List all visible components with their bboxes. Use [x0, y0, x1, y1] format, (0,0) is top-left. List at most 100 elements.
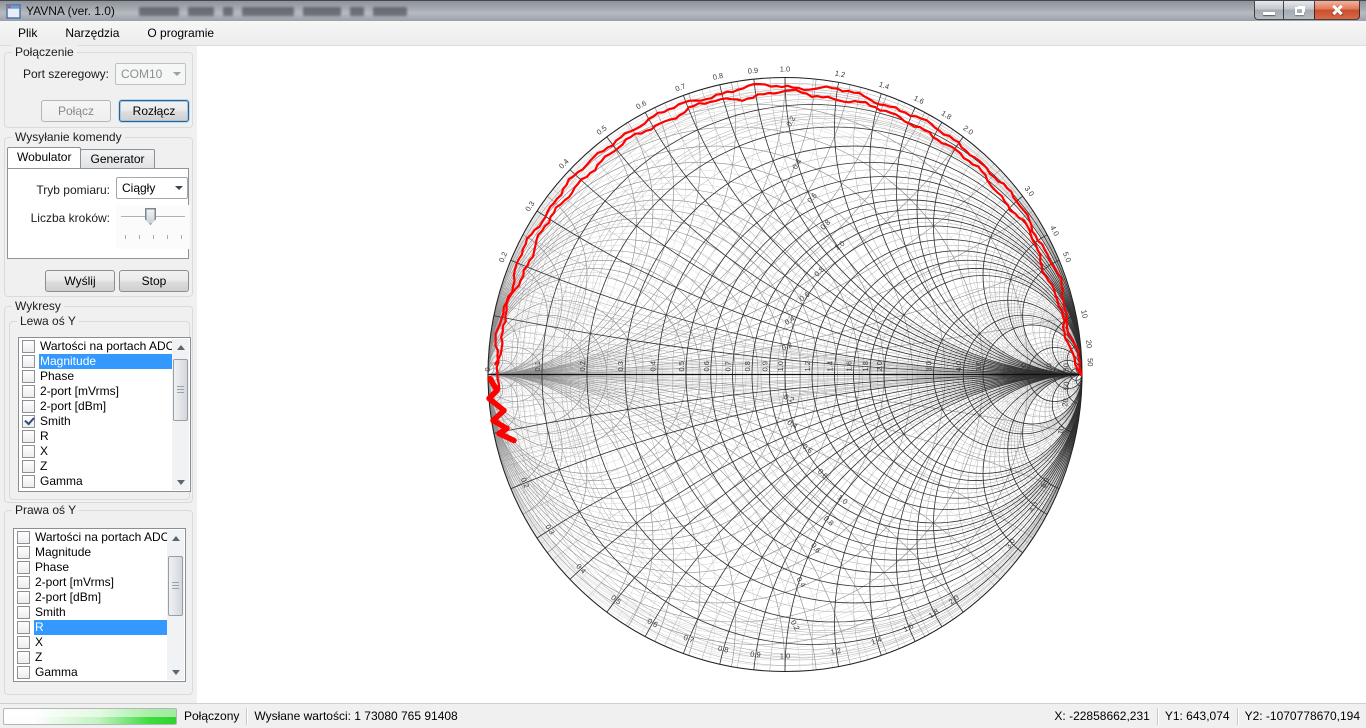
svg-text:5.0: 5.0 — [1061, 250, 1073, 263]
svg-text:0.3: 0.3 — [616, 361, 625, 371]
axis-option[interactable]: Wartości na portach ADC — [15, 530, 167, 545]
scrollbar[interactable] — [172, 339, 189, 490]
checkbox-icon[interactable] — [22, 430, 35, 443]
scroll-up-button[interactable] — [167, 530, 184, 546]
checkbox-icon[interactable] — [22, 385, 35, 398]
axis-option[interactable]: Smith — [20, 414, 172, 429]
svg-text:0.4: 0.4 — [557, 157, 571, 171]
checkbox-icon[interactable] — [17, 651, 30, 664]
checkbox-icon[interactable] — [17, 636, 30, 649]
axis-option[interactable]: 2-port [dBm] — [20, 399, 172, 414]
axis-option[interactable]: Gamma — [20, 474, 172, 489]
send-button[interactable]: Wyślij — [45, 270, 115, 292]
svg-text:0.8: 0.8 — [822, 514, 836, 528]
scroll-up-button[interactable] — [172, 339, 189, 355]
axis-option[interactable]: Magnitude — [20, 354, 172, 369]
statusbar-separator — [1157, 708, 1158, 725]
command-tabs: WobulatorGenerator — [7, 147, 154, 168]
serial-port-select[interactable]: COM10 — [115, 63, 186, 85]
window-title: YAVNA (ver. 1.0) — [26, 4, 115, 18]
minimize-icon — [1263, 12, 1275, 15]
axis-option[interactable]: Wartości na portach ADC — [20, 339, 172, 354]
axis-option[interactable]: Smith — [15, 605, 167, 620]
smith-chart: 00.10.20.30.40.50.60.70.80.91.01.21.41.6… — [197, 46, 1366, 703]
axis-option[interactable]: R — [20, 429, 172, 444]
triangle-up-icon — [177, 345, 185, 350]
svg-text:0.8: 0.8 — [743, 361, 752, 371]
checkbox-icon[interactable] — [22, 475, 35, 488]
checkbox-icon[interactable] — [22, 370, 35, 383]
connection-status: Połączony — [184, 709, 239, 723]
menu-bar: PlikNarzędziaO programie — [0, 21, 1366, 46]
checkbox-icon[interactable] — [22, 355, 35, 368]
checkbox-icon[interactable] — [17, 561, 30, 574]
svg-text:1.0: 1.0 — [780, 652, 790, 661]
axis-option[interactable]: R — [15, 620, 167, 635]
axis-option[interactable]: X — [15, 635, 167, 650]
scroll-down-button[interactable] — [172, 474, 189, 490]
axis-option-label: Magnitude — [34, 545, 167, 560]
checkbox-icon[interactable] — [22, 445, 35, 458]
slider-tick — [153, 235, 154, 239]
checkbox-icon[interactable] — [17, 531, 30, 544]
axis-option[interactable]: 2-port [mVrms] — [15, 575, 167, 590]
scrollbar-thumb[interactable] — [173, 359, 188, 421]
chevron-down-icon — [170, 178, 187, 198]
tab-wobulator[interactable]: Wobulator — [7, 147, 81, 168]
tab-generator[interactable]: Generator — [80, 149, 154, 168]
axis-option[interactable]: Z — [15, 650, 167, 665]
axis-option[interactable]: Gamma — [15, 665, 167, 680]
stop-button[interactable]: Stop — [119, 270, 189, 292]
measure-mode-select[interactable]: Ciągły — [116, 177, 188, 199]
sent-values: Wysłane wartości: 1 73080 765 91408 — [254, 709, 457, 723]
disconnect-button[interactable]: Rozłącz — [119, 100, 189, 122]
axis-option-label: Phase — [39, 369, 172, 384]
close-button[interactable] — [1314, 1, 1360, 20]
checkbox-icon[interactable] — [17, 666, 30, 679]
axis-option[interactable]: Z — [20, 459, 172, 474]
charts-group-title: Wykresy — [12, 299, 64, 313]
axis-option[interactable]: Magnitude — [15, 545, 167, 560]
svg-text:1.6: 1.6 — [845, 361, 854, 371]
checkbox-icon[interactable] — [22, 340, 35, 353]
right-axis-list: Wartości na portach ADCMagnitudePhase2-p… — [13, 528, 186, 682]
checkbox-icon[interactable] — [17, 621, 30, 634]
axis-option[interactable]: 2-port [dBm] — [15, 590, 167, 605]
axis-option[interactable]: X — [20, 444, 172, 459]
svg-text:1.2: 1.2 — [834, 69, 846, 80]
checkbox-icon[interactable] — [17, 591, 30, 604]
svg-text:5.0: 5.0 — [974, 361, 983, 371]
svg-text:0.7: 0.7 — [724, 361, 733, 371]
charts-group: Wykresy Lewa oś Y Wartości na portach AD… — [4, 306, 193, 503]
checkbox-icon[interactable] — [22, 460, 35, 473]
axis-option[interactable]: Phase — [20, 369, 172, 384]
svg-text:1.0: 1.0 — [780, 65, 790, 74]
svg-text:0.1: 0.1 — [533, 361, 542, 371]
steps-slider[interactable] — [116, 205, 190, 249]
checkbox-icon[interactable] — [17, 606, 30, 619]
svg-text:20: 20 — [1060, 398, 1070, 407]
scroll-down-button[interactable] — [167, 664, 184, 680]
svg-text:1.4: 1.4 — [870, 635, 883, 647]
menu-item-narzedzia[interactable]: Narzędzia — [51, 22, 133, 44]
menu-item-plik[interactable]: Plik — [4, 22, 51, 44]
statusbar-separator — [246, 708, 247, 725]
restore-button[interactable] — [1284, 1, 1314, 20]
scrollbar-thumb[interactable] — [168, 556, 183, 616]
svg-text:1.8: 1.8 — [940, 108, 954, 121]
checkbox-icon[interactable] — [17, 576, 30, 589]
axis-option[interactable]: Phase — [15, 560, 167, 575]
axis-option-label: 2-port [dBm] — [34, 590, 167, 605]
scrollbar[interactable] — [167, 530, 184, 680]
checkbox-icon[interactable] — [22, 400, 35, 413]
minimize-button[interactable] — [1254, 1, 1284, 20]
checkbox-icon[interactable] — [17, 546, 30, 559]
connect-button[interactable]: Połącz — [41, 100, 111, 122]
checkbox-checked-icon[interactable] — [22, 415, 35, 428]
svg-text:0.3: 0.3 — [523, 199, 536, 213]
slider-thumb[interactable] — [145, 208, 156, 225]
svg-text:0.4: 0.4 — [790, 157, 803, 171]
axis-option-label: X — [34, 635, 167, 650]
menu-item-o-programie[interactable]: O programie — [133, 22, 228, 44]
axis-option[interactable]: 2-port [mVrms] — [20, 384, 172, 399]
